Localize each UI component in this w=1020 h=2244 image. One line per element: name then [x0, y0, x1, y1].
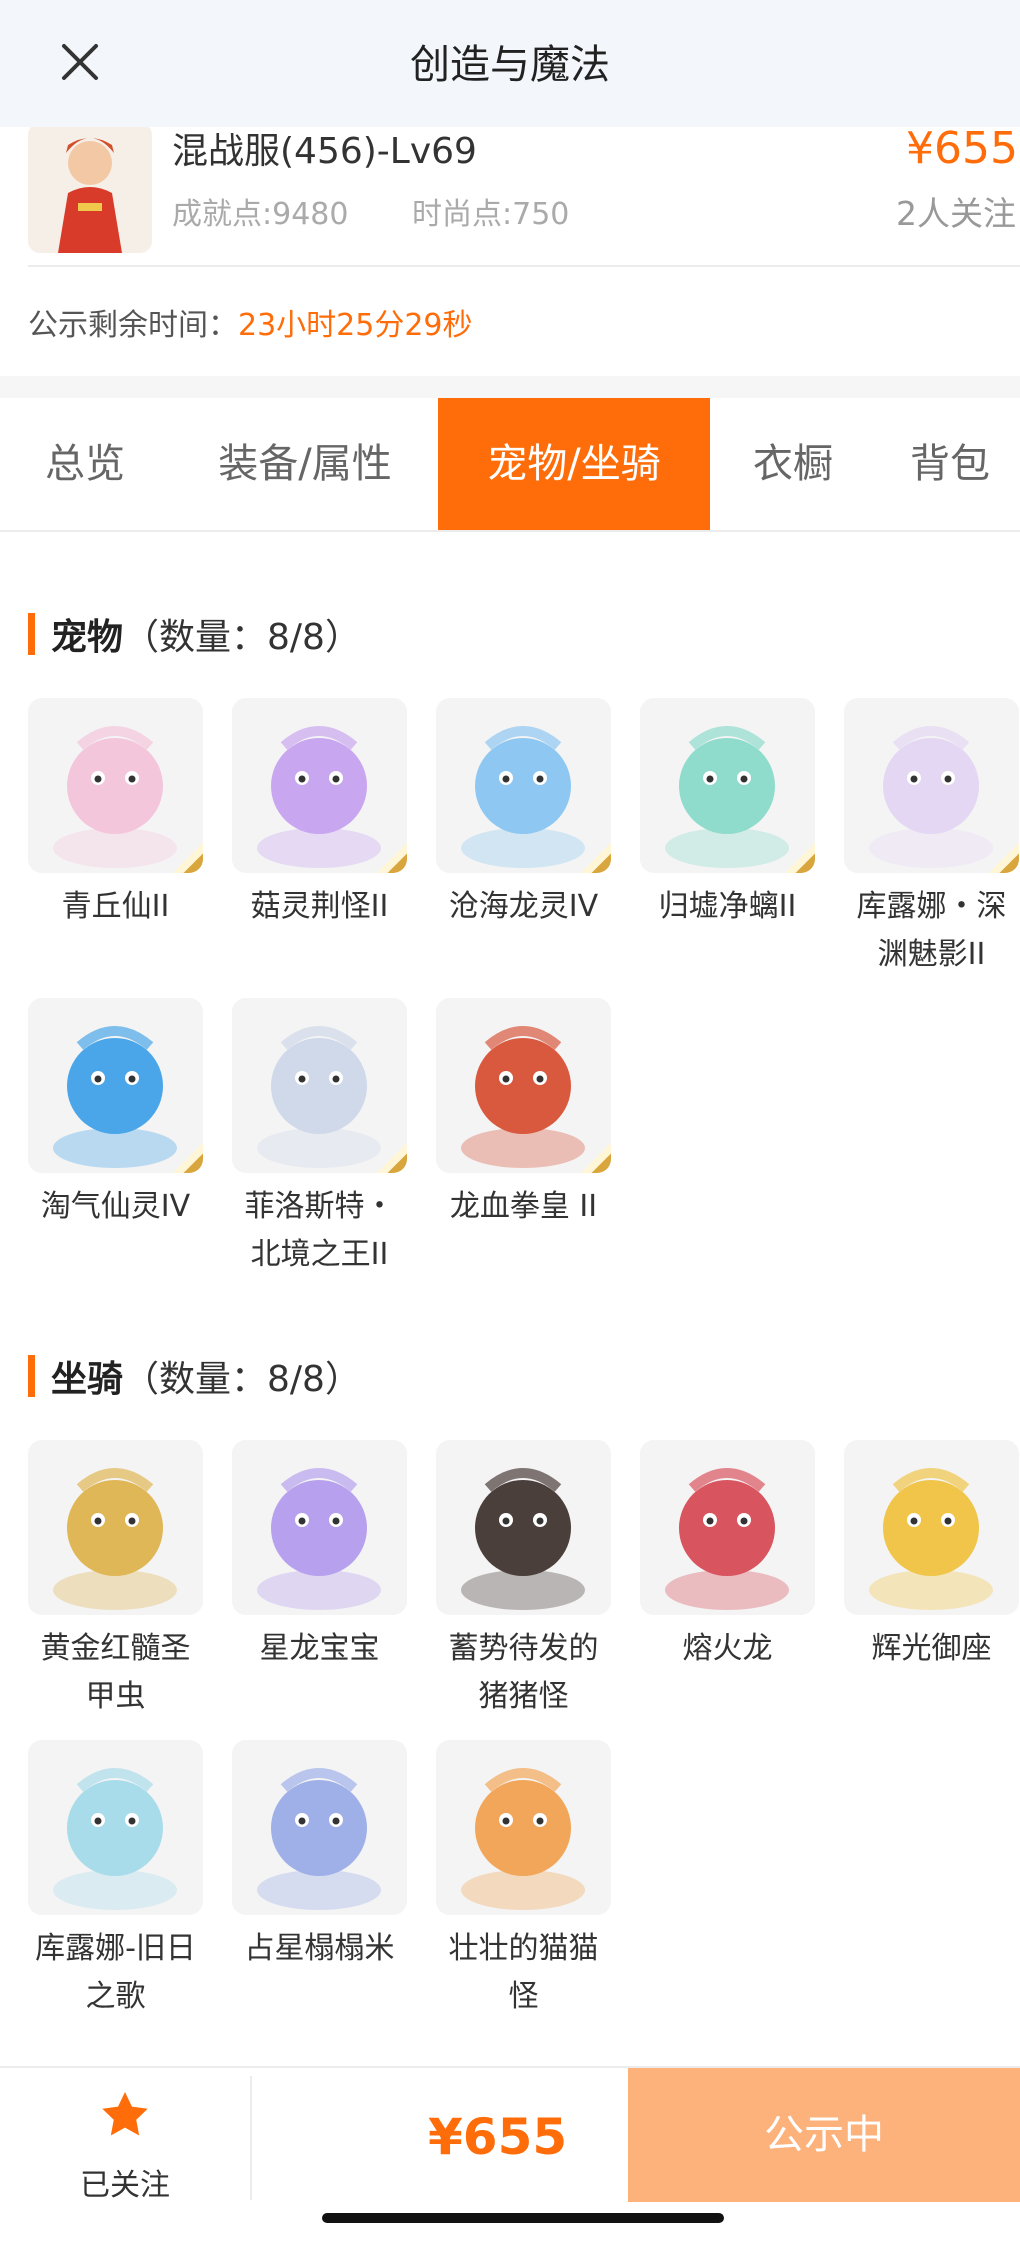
pet-name: 龙血拳皇 II — [449, 1189, 598, 1224]
mount-thumbnail — [640, 1440, 815, 1615]
divider — [250, 2076, 252, 2200]
pet-item[interactable]: II 归墟净螭II — [640, 698, 815, 931]
mount-item[interactable]: 辉光御座 — [844, 1440, 1019, 1673]
pet-thumbnail: II — [640, 698, 815, 873]
svg-text:IV: IV — [602, 868, 611, 873]
page-title: 创造与魔法 — [410, 42, 610, 88]
pet-name: 青丘仙II — [61, 889, 170, 924]
mount-thumbnail — [232, 1440, 407, 1615]
fashion-points: 时尚点:750 — [412, 197, 570, 232]
pet-thumbnail: IV — [28, 998, 203, 1173]
follow-label: 已关注 — [80, 2168, 170, 2203]
mount-thumbnail — [232, 1740, 407, 1915]
server-name: 混战服(456)-Lv69 — [172, 131, 477, 172]
character-info: 混战服(456)-Lv69 成就点:9480 时尚点:750 ¥655 2人关注 — [0, 123, 1020, 265]
grade-badge-icon: II — [143, 813, 203, 873]
mount-item[interactable]: 占星榻榻米 — [232, 1740, 407, 1973]
pet-name: 菲洛斯特・北境之王II — [244, 1189, 395, 1272]
mount-item[interactable]: 库露娜-旧日之歌 — [28, 1740, 203, 2021]
section-marker — [28, 613, 35, 655]
pet-item[interactable]: II 青丘仙II — [28, 698, 203, 931]
countdown: 公示剩余时间：23小时25分29秒 — [28, 300, 473, 344]
pet-name: 归墟净螭II — [658, 889, 797, 924]
pet-item[interactable]: IV 沧海龙灵IV — [436, 698, 611, 931]
mount-name: 星龙宝宝 — [259, 1631, 380, 1666]
pet-name: 菇灵荆怪II — [250, 889, 389, 924]
pet-thumbnail: IV — [436, 698, 611, 873]
pet-thumbnail: II — [28, 698, 203, 873]
tab-bag[interactable]: 背包 — [880, 398, 1020, 530]
mount-name: 壮壮的猫猫怪 — [448, 1931, 599, 2014]
mount-thumbnail — [28, 1440, 203, 1615]
grade-badge-icon: II — [347, 1113, 407, 1173]
follow-button[interactable]: 已关注 — [0, 2068, 250, 2203]
pet-thumbnail: II — [232, 698, 407, 873]
divider — [28, 265, 1020, 267]
pets-title: 宠物 — [51, 617, 124, 658]
mount-item[interactable]: 熔火龙 — [640, 1440, 815, 1673]
listing-price: ¥655 — [906, 123, 1018, 174]
mount-name: 库露娜-旧日之歌 — [35, 1931, 196, 2014]
grade-badge-icon: II — [551, 1113, 611, 1173]
home-indicator — [322, 2213, 724, 2223]
mount-item[interactable]: 黄金红髓圣甲虫 — [28, 1440, 203, 1721]
mounts-title: 坐骑 — [51, 1359, 124, 1400]
tab-overview[interactable]: 总览 — [0, 398, 170, 530]
mounts-count: （数量：8/8） — [123, 1359, 361, 1400]
mount-item[interactable]: 蓄势待发的猪猪怪 — [436, 1440, 611, 1721]
section-gap — [0, 376, 1020, 398]
countdown-label: 公示剩余时间： — [28, 308, 238, 343]
mount-name: 占星榻榻米 — [244, 1931, 395, 1966]
pet-name: 库露娜・深渊魅影II — [856, 889, 1007, 972]
grade-badge-icon: II — [347, 813, 407, 873]
pet-thumbnail: II — [232, 998, 407, 1173]
mount-item[interactable]: 星龙宝宝 — [232, 1440, 407, 1673]
pets-count: （数量：8/8） — [123, 617, 361, 658]
status-button[interactable]: 公示中 — [628, 2068, 1020, 2202]
mount-thumbnail — [436, 1440, 611, 1615]
bottom-price: ¥655 — [428, 2108, 568, 2166]
pet-thumbnail: II — [436, 998, 611, 1173]
mount-thumbnail — [28, 1740, 203, 1915]
pet-item[interactable]: II 菲洛斯特・北境之王II — [232, 998, 407, 1279]
pet-item[interactable]: II 库露娜・深渊魅影II — [844, 698, 1019, 979]
achievement-points: 成就点:9480 — [172, 197, 349, 232]
countdown-time: 23小时25分29秒 — [238, 308, 473, 343]
mount-thumbnail — [436, 1740, 611, 1915]
pets-section-title: 宠物 （数量：8/8） — [28, 608, 361, 660]
section-marker — [28, 1355, 35, 1397]
character-avatar — [28, 123, 152, 253]
mount-name: 蓄势待发的猪猪怪 — [448, 1631, 599, 1714]
pet-thumbnail: II — [844, 698, 1019, 873]
pet-item[interactable]: II 菇灵荆怪II — [232, 698, 407, 931]
tab-pets-mounts[interactable]: 宠物/坐骑 — [438, 398, 710, 530]
mount-name: 黄金红髓圣甲虫 — [40, 1631, 191, 1714]
pet-item[interactable]: IV 淘气仙灵IV — [28, 998, 203, 1231]
tab-wardrobe[interactable]: 衣橱 — [720, 398, 866, 530]
mount-name: 辉光御座 — [871, 1631, 992, 1666]
mount-name: 熔火龙 — [682, 1631, 773, 1666]
grade-badge-icon: II — [755, 813, 815, 873]
tab-equipment[interactable]: 装备/属性 — [190, 398, 420, 530]
tab-bar: 总览 装备/属性 宠物/坐骑 衣橱 背包 — [0, 398, 1020, 532]
svg-text:IV: IV — [194, 1168, 203, 1173]
follower-count: 2人关注 — [896, 194, 1016, 233]
grade-badge-icon: II — [959, 813, 1019, 873]
mount-item[interactable]: 壮壮的猫猫怪 — [436, 1740, 611, 2021]
grade-badge-icon: IV — [143, 1113, 203, 1173]
pet-item[interactable]: II 龙血拳皇 II — [436, 998, 611, 1231]
mounts-section-title: 坐骑 （数量：8/8） — [28, 1350, 361, 1402]
pet-name: 沧海龙灵IV — [448, 889, 599, 924]
grade-badge-icon: IV — [551, 813, 611, 873]
star-icon — [102, 2092, 148, 2136]
mount-thumbnail — [844, 1440, 1019, 1615]
pet-name: 淘气仙灵IV — [40, 1189, 191, 1224]
nav-header: 创造与魔法 — [0, 0, 1020, 127]
